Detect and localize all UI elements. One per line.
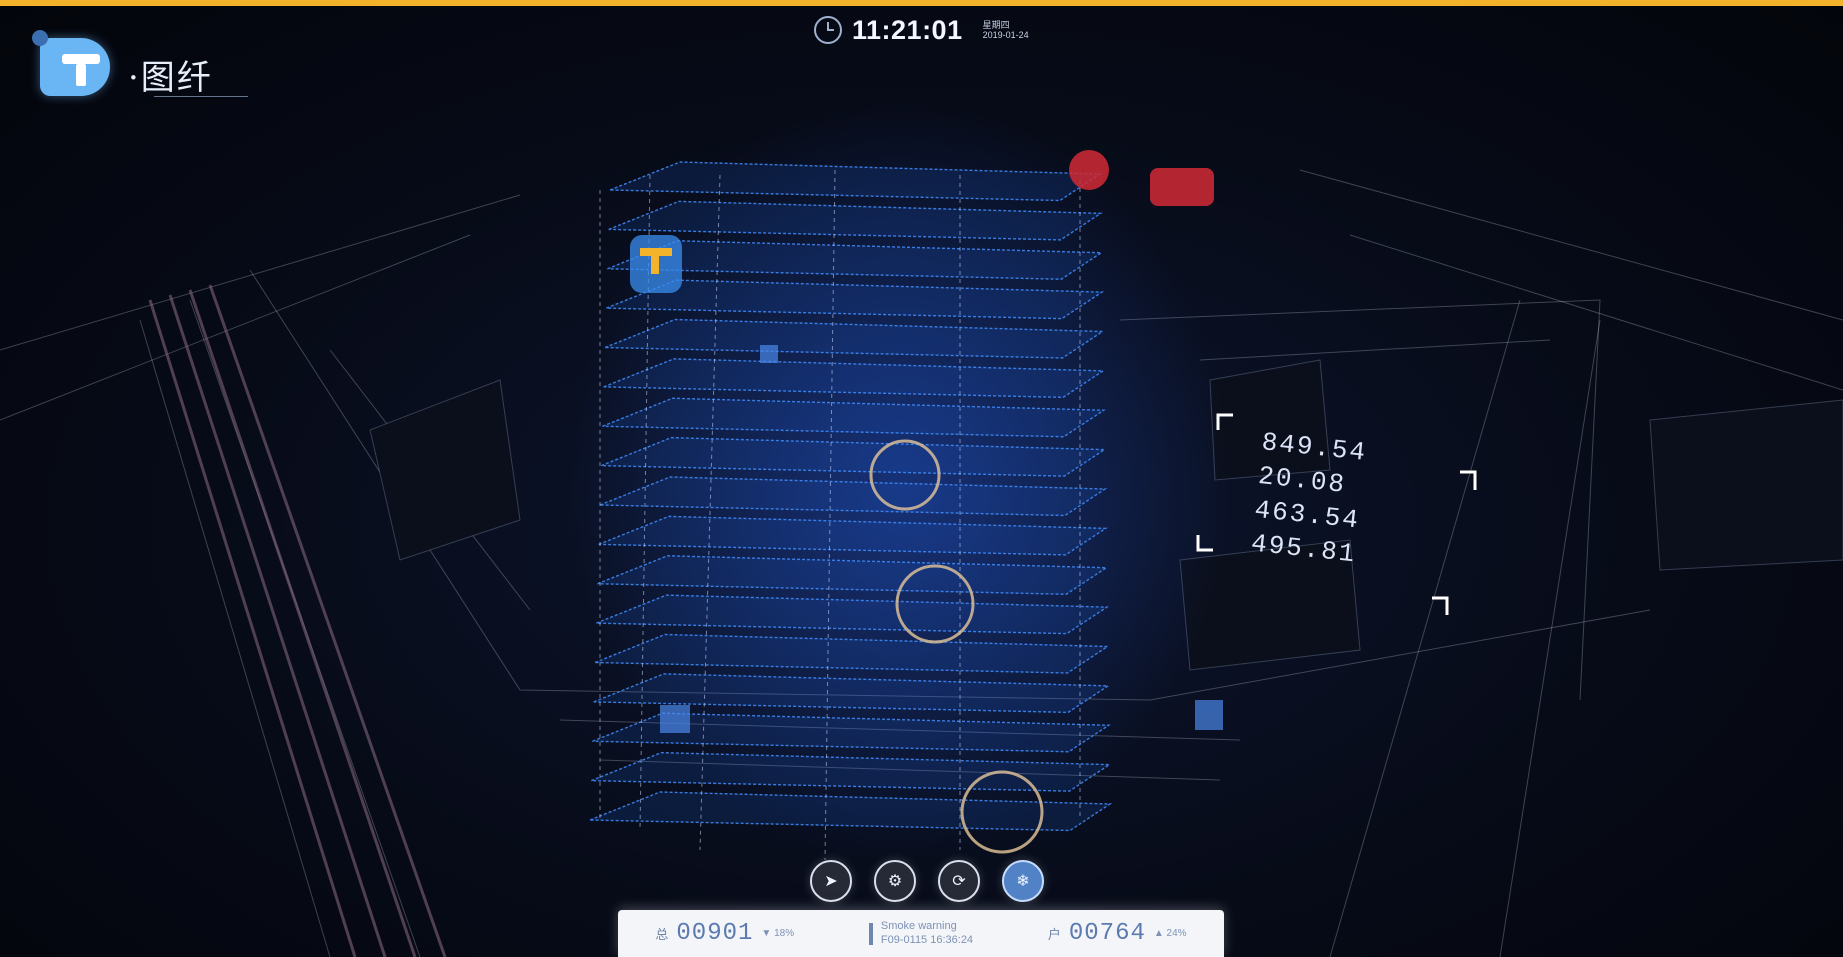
cursor-button[interactable]: ➤ <box>810 860 852 902</box>
logo-badge-icon <box>32 30 110 96</box>
weekday-label: 星期四 <box>982 19 1010 30</box>
status-total-label: 总 <box>655 927 669 942</box>
date-label: 2019-01-24 <box>982 30 1029 40</box>
stats-row-label <box>1222 438 1262 442</box>
status-households: 户 00764 ▲ 24% <box>1048 920 1187 947</box>
logo-underline <box>154 96 248 97</box>
status-households-value: 00764 <box>1068 920 1146 947</box>
event-title: Smoke warning <box>880 920 957 933</box>
tower-badge <box>630 235 682 293</box>
road-left <box>148 284 447 957</box>
logo-mark-stem <box>76 64 86 86</box>
snowflake-icon: ❄ <box>1016 873 1030 890</box>
snowflake-button[interactable]: ❄ <box>1002 860 1044 902</box>
status-total-value: 00901 <box>676 920 754 947</box>
refresh-icon: ⟳ <box>952 873 966 890</box>
event-text: Smoke warning F09-0115 16:36:24 <box>881 920 973 946</box>
event-subtitle: F09-0115 16:36:24 <box>880 933 974 946</box>
3d-scene-canvas[interactable] <box>0 0 1843 957</box>
cursor-icon: ➤ <box>824 873 838 890</box>
clock-time: 11:21:01 <box>852 14 963 45</box>
settings-icon: ⚙ <box>887 873 903 890</box>
brand-logo[interactable]: ·图纤 <box>28 26 248 106</box>
status-total: 总 00901 ▼ 18% <box>655 920 794 947</box>
clock-date-block: 星期四 2019-01-24 <box>983 20 1029 41</box>
event-divider <box>868 922 873 945</box>
status-households-label: 户 <box>1047 927 1061 942</box>
status-households-delta: ▲ 24% <box>1153 928 1187 939</box>
stats-row-label <box>1215 505 1255 509</box>
logo-mark <box>62 54 100 64</box>
settings-button[interactable]: ⚙ <box>874 860 916 902</box>
clock-icon <box>814 16 842 44</box>
floating-stats-panel: 849.54 20.08 463.54 495.81 <box>1175 418 1476 646</box>
logo-text: ·图纤 <box>128 58 213 98</box>
clock: 11:21:01 星期四 2019-01-24 <box>814 13 1029 47</box>
status-total-delta: ▼ 18% <box>761 928 795 939</box>
status-event[interactable]: Smoke warning F09-0115 16:36:24 <box>868 920 973 946</box>
refresh-button[interactable]: ⟳ <box>938 860 980 902</box>
bottom-status-bar: 总 00901 ▼ 18% Smoke warning F09-0115 16:… <box>618 910 1224 957</box>
stats-row-label <box>1211 539 1251 543</box>
stats-row-label <box>1219 472 1259 476</box>
view-controls: ➤ ⚙ ⟳ ❄ <box>810 860 1044 902</box>
